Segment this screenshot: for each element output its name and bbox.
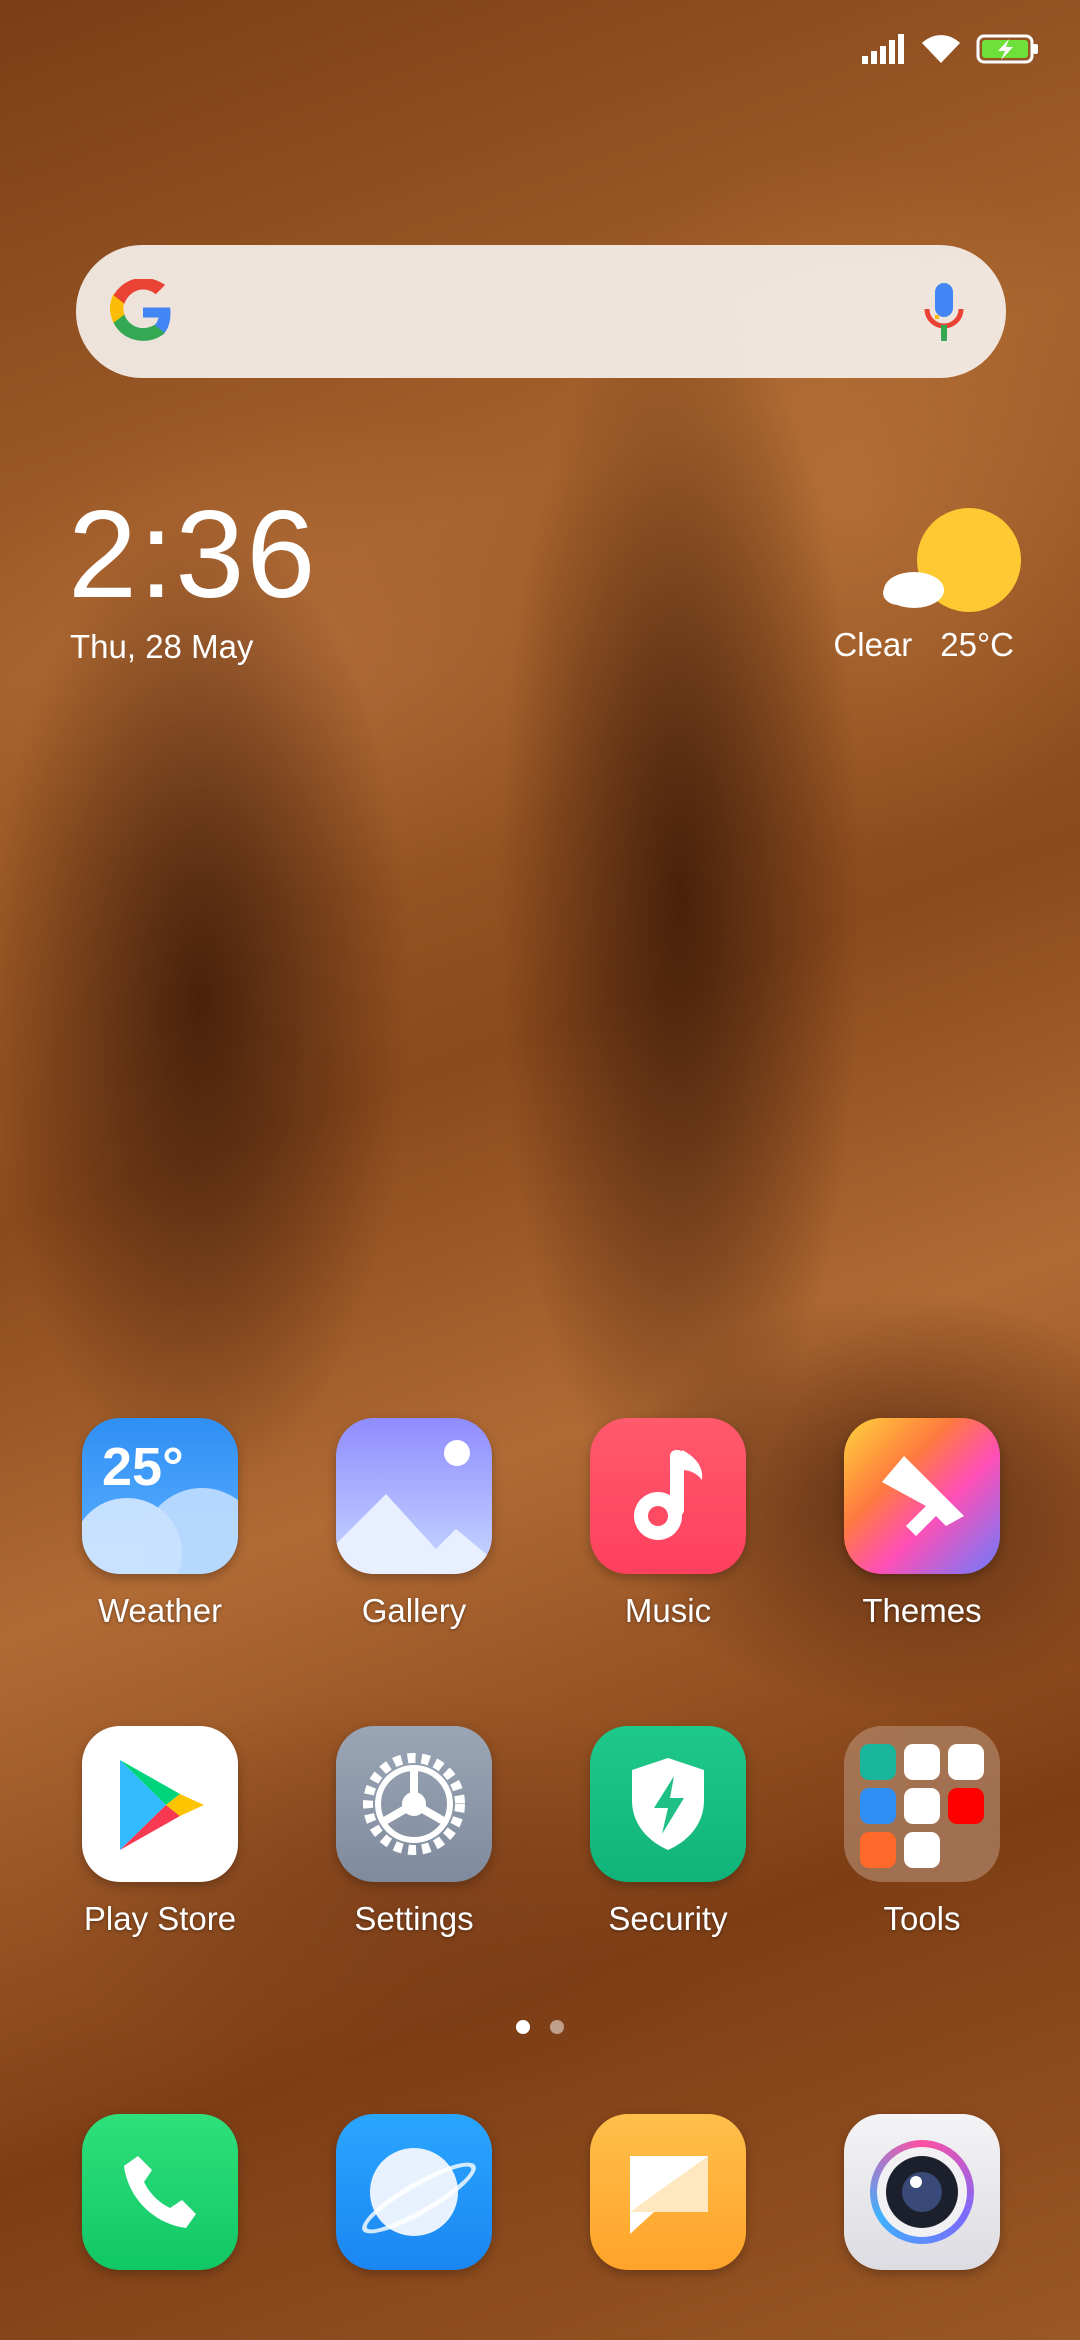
tools-folder-icon bbox=[844, 1726, 1000, 1882]
google-g-icon[interactable] bbox=[110, 278, 176, 345]
settings-app-icon bbox=[336, 1726, 492, 1882]
app-label: Play Store bbox=[83, 1900, 237, 1937]
app-label: Themes bbox=[862, 1592, 982, 1629]
google-search-bar[interactable] bbox=[76, 245, 1006, 378]
clock-time[interactable]: 2:36 bbox=[68, 485, 317, 625]
app-play-store[interactable]: Play Store bbox=[60, 1726, 260, 1938]
app-weather[interactable]: 25° Weather bbox=[60, 1418, 260, 1630]
wifi-icon bbox=[922, 35, 960, 63]
phone-icon bbox=[82, 2114, 238, 2270]
themes-app-icon bbox=[844, 1418, 1000, 1574]
app-label: Music bbox=[624, 1592, 712, 1629]
battery-charging-icon bbox=[976, 34, 1038, 64]
status-bar bbox=[862, 24, 1040, 74]
gallery-app-icon bbox=[336, 1418, 492, 1574]
mic-icon[interactable] bbox=[922, 281, 966, 343]
weather-condition: Clear bbox=[833, 626, 913, 663]
dock-browser[interactable] bbox=[314, 2114, 514, 2270]
camera-icon bbox=[844, 2114, 1000, 2270]
app-gallery[interactable]: Gallery bbox=[314, 1418, 514, 1630]
dock-phone[interactable] bbox=[60, 2114, 260, 2270]
app-label: Settings bbox=[354, 1900, 474, 1937]
app-tools-folder[interactable]: Tools bbox=[822, 1726, 1022, 1938]
app-label: Gallery bbox=[361, 1592, 467, 1629]
weather-temperature: 25°C bbox=[940, 626, 1014, 663]
app-settings[interactable]: Settings bbox=[314, 1726, 514, 1938]
app-security[interactable]: Security bbox=[568, 1726, 768, 1938]
page-indicator bbox=[0, 2020, 1080, 2034]
page-dot-active[interactable] bbox=[516, 2020, 530, 2034]
dock-camera[interactable] bbox=[822, 2114, 1022, 2270]
app-music[interactable]: Music bbox=[568, 1418, 768, 1630]
messages-icon bbox=[590, 2114, 746, 2270]
app-label: Tools bbox=[883, 1900, 961, 1937]
app-themes[interactable]: Themes bbox=[822, 1418, 1022, 1630]
app-label: Weather bbox=[97, 1592, 223, 1629]
security-app-icon bbox=[590, 1726, 746, 1882]
weather-app-icon: 25° bbox=[82, 1418, 238, 1574]
signal-icon bbox=[862, 34, 904, 64]
music-app-icon bbox=[590, 1418, 746, 1574]
clock-date[interactable]: Thu, 28 May bbox=[70, 628, 253, 666]
page-dot[interactable] bbox=[550, 2020, 564, 2034]
weather-text[interactable]: Clear 25°C bbox=[833, 626, 1014, 664]
app-label: Security bbox=[608, 1900, 728, 1937]
browser-icon bbox=[336, 2114, 492, 2270]
sun-cloud-icon bbox=[883, 508, 1021, 612]
play-store-app-icon bbox=[82, 1726, 238, 1882]
dock-messages[interactable] bbox=[568, 2114, 768, 2270]
